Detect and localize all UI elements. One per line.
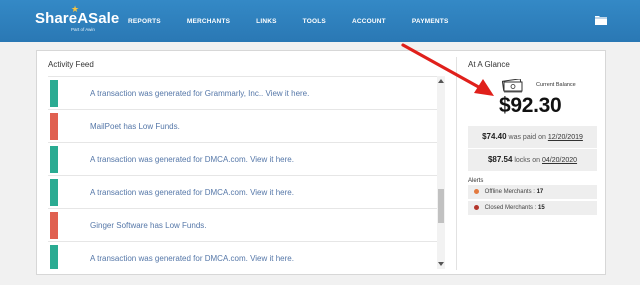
status-bar-warning [50,113,58,140]
alert-dot-icon [474,188,479,194]
locks-summary: $87.54 locks on 04/20/2020 [468,149,597,171]
activity-feed-list[interactable]: A transaction was generated for Grammarl… [48,76,438,269]
main-nav: REPORTS MERCHANTS LINKS TOOLS ACCOUNT PA… [128,18,474,25]
feed-item-text[interactable]: MailPoet has Low Funds. [90,122,180,131]
status-bar-warning [50,212,58,239]
alert-dot-icon [474,204,479,210]
feed-item-text[interactable]: Ginger Software has Low Funds. [90,221,207,230]
current-balance-value: $92.30 [499,94,562,117]
feed-item-text[interactable]: A transaction was generated for DMCA.com… [90,188,294,197]
shareasale-logo[interactable]: ShareASale ★ Part of Awin [35,4,119,32]
logo-tagline: Part of Awin [71,27,95,32]
status-bar-success [50,80,58,107]
nav-links[interactable]: LINKS [256,18,277,25]
panel-divider [456,57,457,270]
locks-text: locks on [514,157,541,164]
offline-merchants-alert[interactable]: Offline Merchants : 17 [468,185,597,199]
scroll-down-arrow-icon[interactable] [438,262,444,266]
list-item[interactable]: A transaction was generated for DMCA.com… [48,176,438,209]
feed-item-text[interactable]: A transaction was generated for DMCA.com… [90,254,294,263]
paid-text: was paid on [508,134,546,141]
status-bar-success [50,146,58,173]
at-a-glance-title: At A Glance [468,60,510,69]
list-item[interactable]: MailPoet has Low Funds. [48,110,438,143]
list-item[interactable]: A transaction was generated for DMCA.com… [48,143,438,176]
star-icon: ★ [71,4,80,14]
paid-summary: $74.40 was paid on 12/20/2019 [468,126,597,148]
nav-tools[interactable]: TOOLS [303,18,326,25]
feed-item-text[interactable]: A transaction was generated for DMCA.com… [90,155,294,164]
activity-feed-title: Activity Feed [48,60,94,69]
list-item[interactable]: Ginger Software has Low Funds. [48,209,438,242]
folder-icon[interactable] [595,15,607,25]
nav-reports[interactable]: REPORTS [128,18,161,25]
list-item[interactable]: A transaction was generated for Grammarl… [48,77,438,110]
nav-payments[interactable]: PAYMENTS [412,18,449,25]
dashboard-panel: Activity Feed At A Glance A transaction … [36,50,606,275]
scroll-up-arrow-icon[interactable] [438,79,444,83]
locks-date-link[interactable]: 04/20/2020 [542,157,577,164]
alert-label: Offline Merchants : [484,189,535,195]
alert-count: 15 [538,205,545,211]
alerts-label: Alerts [468,178,484,184]
closed-merchants-alert[interactable]: Closed Merchants : 15 [468,201,597,215]
top-navigation-bar: ShareASale ★ Part of Awin REPORTS MERCHA… [0,0,640,42]
nav-merchants[interactable]: MERCHANTS [187,18,230,25]
status-bar-success [50,179,58,206]
money-stack-icon [502,79,523,93]
status-bar-success [50,245,58,269]
alert-label: Closed Merchants : [484,205,537,211]
paid-amount: $74.40 [482,132,507,141]
locks-amount: $87.54 [487,155,513,164]
feed-scrollbar[interactable] [437,76,445,269]
nav-account[interactable]: ACCOUNT [352,18,386,25]
scrollbar-thumb[interactable] [438,189,444,223]
alert-count: 17 [536,189,544,195]
feed-item-text[interactable]: A transaction was generated for Grammarl… [90,89,309,98]
list-item[interactable]: A transaction was generated for DMCA.com… [48,242,438,269]
current-balance-label: Current Balance [536,82,576,88]
paid-date-link[interactable]: 12/20/2019 [548,134,583,141]
